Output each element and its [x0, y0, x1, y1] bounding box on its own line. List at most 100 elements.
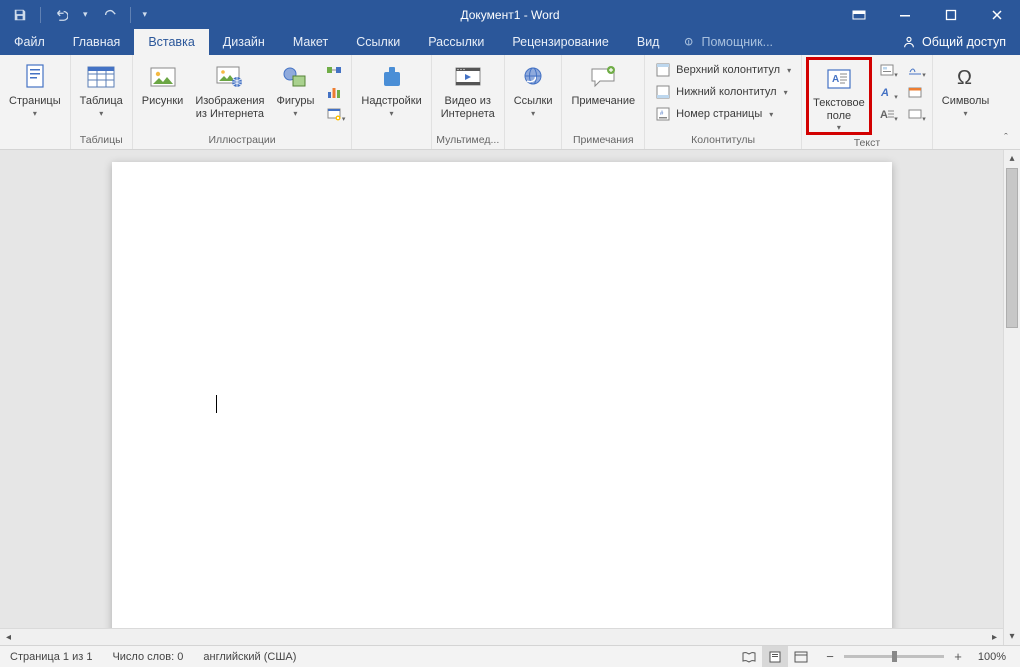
- svg-text:A: A: [880, 87, 889, 99]
- separator: [130, 7, 131, 23]
- online-pictures-button[interactable]: Изображения из Интернета: [190, 57, 269, 121]
- vertical-scrollbar[interactable]: ▴ ▾: [1003, 150, 1020, 645]
- object-button[interactable]: ▾: [902, 103, 928, 125]
- online-video-button[interactable]: Видео из Интернета: [436, 57, 500, 121]
- tab-view[interactable]: Вид: [623, 29, 674, 55]
- share-button[interactable]: Общий доступ: [888, 29, 1020, 55]
- group-label: Иллюстрации: [137, 132, 348, 149]
- scroll-right-button[interactable]: ▸: [986, 629, 1003, 645]
- read-mode-button[interactable]: [736, 646, 762, 667]
- comment-label: Примечание: [571, 95, 635, 108]
- chevron-down-icon: ▾: [99, 109, 103, 118]
- tab-references[interactable]: Ссылки: [342, 29, 414, 55]
- pages-label: Страницы: [9, 95, 61, 108]
- chevron-down-icon: ▾: [837, 123, 841, 132]
- zoom-control: − + 100%: [814, 649, 1020, 664]
- addins-button[interactable]: Надстройки ▾: [356, 57, 426, 119]
- scroll-left-button[interactable]: ◂: [0, 629, 17, 645]
- tab-mailings[interactable]: Рассылки: [414, 29, 498, 55]
- tab-home[interactable]: Главная: [59, 29, 135, 55]
- symbols-button[interactable]: Ω Символы ▾: [937, 57, 995, 119]
- pictures-label: Рисунки: [142, 95, 184, 108]
- print-layout-button[interactable]: [762, 646, 788, 667]
- text-cursor: [216, 395, 217, 413]
- qat-customize[interactable]: ▾: [137, 9, 154, 20]
- ribbon-display-icon[interactable]: [836, 0, 882, 29]
- pictures-button[interactable]: Рисунки: [137, 57, 189, 109]
- close-button[interactable]: [974, 0, 1020, 29]
- save-button[interactable]: [6, 3, 34, 27]
- group-label: [4, 132, 66, 149]
- share-label: Общий доступ: [922, 35, 1006, 49]
- minimize-button[interactable]: [882, 0, 928, 29]
- page-number-button[interactable]: # Номер страницы▾: [649, 103, 797, 125]
- tell-me-search[interactable]: Помощник...: [673, 29, 783, 55]
- scroll-down-button[interactable]: ▾: [1004, 628, 1020, 645]
- status-words[interactable]: Число слов: 0: [102, 646, 193, 667]
- undo-button[interactable]: [47, 3, 75, 27]
- scroll-thumb[interactable]: [1006, 168, 1018, 328]
- signature-button[interactable]: ▾: [902, 59, 928, 81]
- svg-text:A: A: [880, 109, 888, 121]
- zoom-slider[interactable]: [844, 655, 944, 658]
- group-label: Колонтитулы: [649, 132, 797, 149]
- smartart-button[interactable]: [321, 59, 347, 81]
- tab-file[interactable]: Файл: [0, 29, 59, 55]
- separator: [40, 7, 41, 23]
- screenshot-button[interactable]: ▾: [321, 103, 347, 125]
- zoom-in-button[interactable]: +: [950, 649, 966, 664]
- tab-layout[interactable]: Макет: [279, 29, 342, 55]
- textbox-button[interactable]: A Текстовое поле ▾: [806, 57, 872, 135]
- statusbar: Страница 1 из 1 Число слов: 0 английский…: [0, 645, 1020, 667]
- tell-me-placeholder: Помощник...: [701, 35, 773, 49]
- link-icon: [517, 61, 549, 93]
- group-tables: Таблица ▾ Таблицы: [71, 55, 133, 149]
- window-title: Документ1 - Word: [460, 8, 559, 22]
- scroll-up-button[interactable]: ▴: [1004, 150, 1020, 167]
- status-page[interactable]: Страница 1 из 1: [0, 646, 102, 667]
- group-label: Мультимед...: [436, 132, 500, 149]
- links-button[interactable]: Ссылки ▾: [509, 57, 558, 119]
- zoom-thumb[interactable]: [892, 651, 897, 662]
- maximize-button[interactable]: [928, 0, 974, 29]
- document-area: ▴ ▾ ◂ ▸: [0, 150, 1020, 645]
- group-text: A Текстовое поле ▾ ▾ A▾ A▾ ▾ ▾ Текст: [802, 55, 933, 149]
- group-label: [937, 132, 995, 149]
- symbols-label: Символы: [942, 95, 990, 108]
- zoom-percent[interactable]: 100%: [972, 651, 1012, 663]
- wordart-button[interactable]: A▾: [874, 81, 900, 103]
- group-symbols: Ω Символы ▾: [933, 55, 999, 149]
- collapse-ribbon-button[interactable]: ˆ: [998, 131, 1014, 145]
- group-label: Таблицы: [75, 132, 128, 149]
- header-label: Верхний колонтитул: [676, 64, 780, 76]
- table-button[interactable]: Таблица ▾: [75, 57, 128, 119]
- datetime-button[interactable]: [902, 81, 928, 103]
- zoom-out-button[interactable]: −: [822, 649, 838, 664]
- horizontal-scrollbar[interactable]: ◂ ▸: [0, 628, 1003, 645]
- window-controls: [836, 0, 1020, 29]
- ribbon-tabs: Файл Главная Вставка Дизайн Макет Ссылки…: [0, 29, 1020, 55]
- group-comments: Примечание Примечания: [562, 55, 645, 149]
- footer-button[interactable]: Нижний колонтитул▾: [649, 81, 797, 103]
- addins-label: Надстройки: [361, 95, 421, 108]
- group-label: [356, 132, 426, 149]
- quick-parts-button[interactable]: ▾: [874, 59, 900, 81]
- tab-review[interactable]: Рецензирование: [498, 29, 623, 55]
- comment-button[interactable]: Примечание: [566, 57, 640, 109]
- redo-button[interactable]: [96, 3, 124, 27]
- pages-button[interactable]: Страницы ▾: [4, 57, 66, 119]
- titlebar: ▾ ▾ Документ1 - Word: [0, 0, 1020, 29]
- shapes-button[interactable]: Фигуры ▾: [271, 57, 319, 119]
- status-language[interactable]: английский (США): [193, 646, 306, 667]
- chevron-down-icon: ▾: [531, 109, 535, 118]
- header-button[interactable]: Верхний колонтитул▾: [649, 59, 797, 81]
- video-icon: [452, 61, 484, 93]
- chart-button[interactable]: [321, 81, 347, 103]
- undo-dropdown[interactable]: ▾: [77, 9, 94, 20]
- drop-cap-button[interactable]: A▾: [874, 103, 900, 125]
- page-canvas[interactable]: [112, 162, 892, 645]
- table-icon: [85, 61, 117, 93]
- tab-insert[interactable]: Вставка: [134, 29, 208, 55]
- tab-design[interactable]: Дизайн: [209, 29, 279, 55]
- web-layout-button[interactable]: [788, 646, 814, 667]
